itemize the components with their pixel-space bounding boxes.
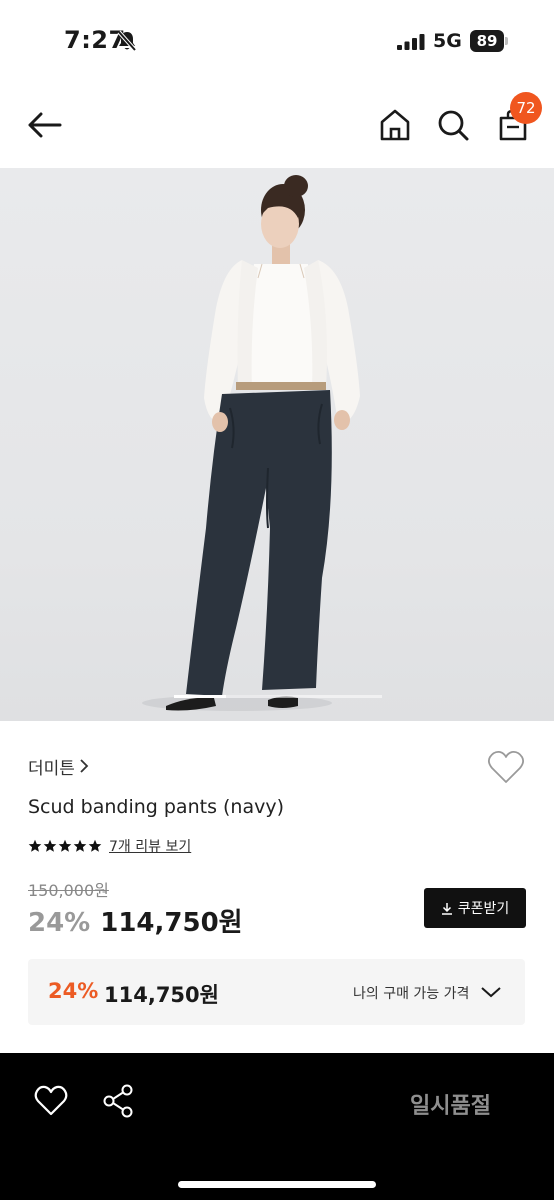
battery-icon: 89 <box>470 30 508 52</box>
my-price-label: 나의 구매 가능 가격 <box>353 986 470 1002</box>
star-icon <box>43 839 57 852</box>
chevron-down-icon <box>481 987 501 998</box>
my-purchase-price-panel[interactable]: 24% 114,750원 나의 구매 가능 가격 <box>28 959 525 1025</box>
product-image[interactable] <box>0 168 554 721</box>
network-type: 5G <box>433 30 462 52</box>
status-bar: 7:27 5G 89 <box>0 0 554 80</box>
image-slide-indicator-fill <box>174 695 226 698</box>
download-icon <box>441 902 452 915</box>
bell-muted-icon <box>117 30 137 52</box>
get-coupon-label: 쿠폰받기 <box>457 901 510 917</box>
app-header: 72 <box>0 80 554 168</box>
star-rating <box>28 839 102 853</box>
sale-price: 114,750원 <box>100 908 243 938</box>
star-icon <box>58 839 72 852</box>
brand-link[interactable]: 더미튼 <box>28 754 89 779</box>
wishlist-heart-icon[interactable] <box>487 750 525 786</box>
home-icon[interactable] <box>378 108 412 142</box>
model-photo <box>142 175 360 711</box>
bottom-action-bar: 일시품절 <box>0 1053 554 1200</box>
search-icon[interactable] <box>436 108 470 142</box>
wishlist-heart-icon[interactable] <box>34 1085 68 1117</box>
star-icon <box>28 839 42 852</box>
image-slide-indicator <box>174 695 382 698</box>
home-indicator[interactable] <box>178 1181 376 1188</box>
battery-level: 89 <box>470 30 504 52</box>
product-title: Scud banding pants (navy) <box>28 796 285 818</box>
star-icon <box>73 839 87 852</box>
rating-row: 7개 리뷰 보기 <box>28 836 191 856</box>
original-price: 150,000원 <box>28 881 109 900</box>
cart-count-badge: 72 <box>510 92 542 124</box>
back-arrow-icon[interactable] <box>26 108 64 142</box>
sold-out-button[interactable]: 일시품절 <box>410 1088 491 1120</box>
my-price-value: 114,750원 <box>104 983 219 1007</box>
view-reviews-link[interactable]: 7개 리뷰 보기 <box>109 836 191 856</box>
cellular-signal-icon <box>397 34 425 50</box>
chevron-right-icon <box>80 759 89 773</box>
discount-rate: 24% <box>28 908 91 938</box>
sale-price-row: 24% 114,750원 <box>28 902 243 939</box>
share-icon[interactable] <box>100 1083 136 1119</box>
brand-name: 더미튼 <box>28 758 75 779</box>
my-price-discount: 24% <box>48 979 99 1003</box>
get-coupon-button[interactable]: 쿠폰받기 <box>424 888 526 928</box>
star-icon <box>88 839 102 852</box>
